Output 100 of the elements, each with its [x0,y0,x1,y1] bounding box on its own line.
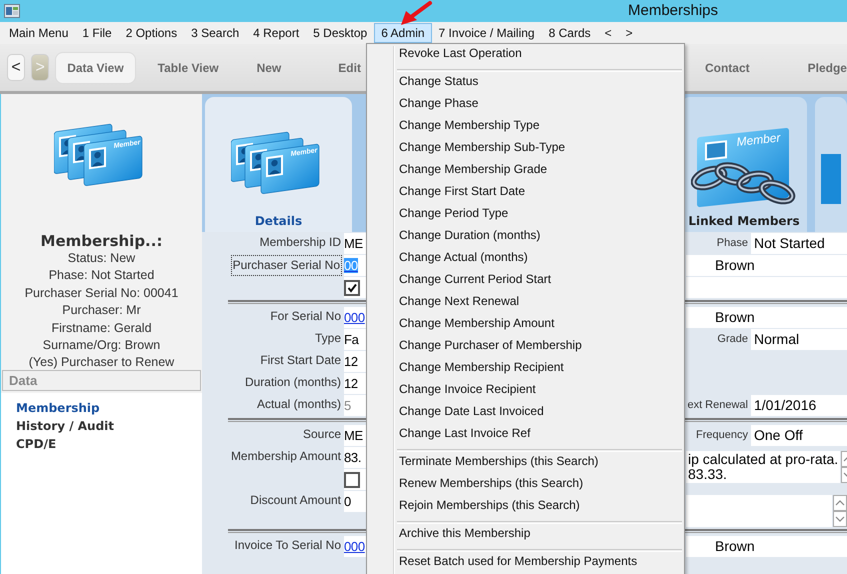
menu-item[interactable]: Change Membership Amount [369,316,682,338]
toolbar-link[interactable]: New [256,60,282,74]
input-field[interactable] [686,277,847,298]
field-label: Actual (months) [256,396,342,413]
menu-item[interactable]: > [618,23,640,43]
field-label: Membership ID [258,234,342,251]
field-link[interactable]: 000 [344,536,368,557]
input-field: 5 [344,395,368,416]
back-button[interactable]: < [7,54,26,81]
menu-item[interactable]: Change First Start Date [369,184,682,206]
menu-item[interactable]: Rejoin Memberships (this Search) [369,498,682,520]
scroll-up-button[interactable] [833,495,847,511]
menu-item[interactable]: Change Invoice Recipient [369,382,682,404]
record-title: Membership..: [40,232,164,250]
menu-item[interactable]: Change Actual (months) [369,250,682,272]
checkbox[interactable] [344,472,360,488]
input-field[interactable]: 83. [344,447,368,468]
menu-item[interactable]: 8 Cards [542,23,598,43]
checkbox[interactable] [344,280,360,296]
menu-item[interactable]: 5 Desktop [306,23,374,43]
field-link[interactable]: 000 [344,307,368,328]
section-header: Data [2,370,201,391]
tile-label: Details [254,214,302,228]
menu-item[interactable]: Terminate Memberships (this Search) [369,454,682,476]
input-field[interactable]: Fa [344,329,368,350]
menu-item[interactable]: 4 Report [246,23,306,43]
menu-item[interactable]: 1 File [75,23,119,43]
memo-field[interactable] [686,495,832,527]
menu-item[interactable]: Change Period Type [369,206,682,228]
input-field[interactable]: 1/01/2016 [751,395,847,416]
card-icon [821,154,841,204]
field-label: Discount Amount [249,492,342,509]
menu-item[interactable]: Change Membership Recipient [369,360,682,382]
toolbar-link[interactable]: Contact [704,60,750,74]
nav-item[interactable]: Membership [16,399,100,417]
summary-line: Purchaser Serial No: 00041 [24,284,180,302]
menu-item[interactable]: Change Duration (months) [369,228,682,250]
menu-item[interactable]: 2 Options [118,23,184,43]
tile-label: Linked Members [688,214,800,228]
memo-field[interactable]: ip calculated at pro-rata. 83.33. [686,451,840,483]
input-field[interactable]: ME [344,233,368,254]
menu-item[interactable]: Change Date Last Invoiced [369,404,682,426]
input-field[interactable]: Normal [751,329,847,350]
input-field[interactable]: Brown [686,307,847,328]
field-label: Grade [717,332,748,347]
menu-item[interactable]: Change Membership Sub-Type [369,140,682,162]
menu-item[interactable]: 7 Invoice / Mailing [432,23,542,43]
field-label: Membership Amount [230,448,342,465]
menu-item[interactable]: Archive this Membership [369,526,682,548]
window-title: Memberships [628,2,718,19]
app-icon [4,4,20,18]
view-tab[interactable]: Table View [146,52,231,84]
menu-item[interactable]: Change Next Renewal [369,294,682,316]
field-label: ext Renewal [687,398,748,413]
menu-item[interactable]: Main Menu [2,23,76,43]
menu-item[interactable]: Change Purchaser of Membership [369,338,682,360]
toolbar-link[interactable]: Pledge [808,60,847,74]
menu-item[interactable]: < [598,23,619,43]
summary-line: (Yes) Purchaser to Renew [28,354,176,372]
menu-item[interactable]: 6 Admin [374,23,432,43]
menu-item[interactable]: 3 Search [184,23,246,43]
summary-line: Phase: Not Started [48,267,156,284]
field-label: First Start Date [259,352,342,369]
summary-line: Firstname: Gerald [50,320,153,337]
nav-item[interactable]: CPD/E [16,435,56,453]
down-chevron-icon [835,515,845,523]
input-field[interactable]: One Off [751,425,847,446]
menu-item[interactable]: Renew Memberships (this Search) [369,476,682,498]
summary-line: Purchaser: Mr [61,302,142,320]
input-field[interactable]: 0 [344,491,368,512]
summary-line: Status: New [66,250,136,267]
menu-item[interactable]: Change Status [369,74,682,96]
input-field[interactable]: Not Started [751,233,847,254]
input-field[interactable]: 12 [344,351,368,372]
field-label: Frequency [696,428,748,443]
menu-item[interactable]: Change Membership Type [369,118,682,140]
input-field[interactable]: Brown [686,255,847,276]
menu-item[interactable]: Change Phase [369,96,682,118]
field-label: Purchaser Serial No [230,255,342,276]
view-tab[interactable]: Data View [55,52,136,84]
menu-item[interactable]: Reset Batch used for Membership Payments [369,554,682,574]
up-chevron-icon [835,499,845,507]
summary-line: Surname/Org: Brown [42,337,162,354]
field-label: Duration (months) [244,374,342,391]
field-label: For Serial No [269,308,342,325]
field-label: Phase [716,236,748,251]
menu-item[interactable]: Revoke Last Operation [369,46,682,68]
input-field[interactable]: ME [344,425,368,446]
toolbar-link[interactable]: Edit [338,60,361,74]
scroll-down-button[interactable] [833,511,847,527]
checkmark-icon [346,282,358,292]
menu-item[interactable]: Change Current Period Start [369,272,682,294]
nav-item[interactable]: History / Audit [16,417,114,435]
menu-item[interactable]: Change Last Invoice Ref [369,426,682,448]
field-label: Invoice To Serial No [234,537,342,554]
input-field[interactable]: 12 [344,373,368,394]
field-label: Source [302,426,342,443]
input-field[interactable]: Brown [686,536,847,557]
field-label: Type [314,330,342,347]
menu-item[interactable]: Change Membership Grade [369,162,682,184]
